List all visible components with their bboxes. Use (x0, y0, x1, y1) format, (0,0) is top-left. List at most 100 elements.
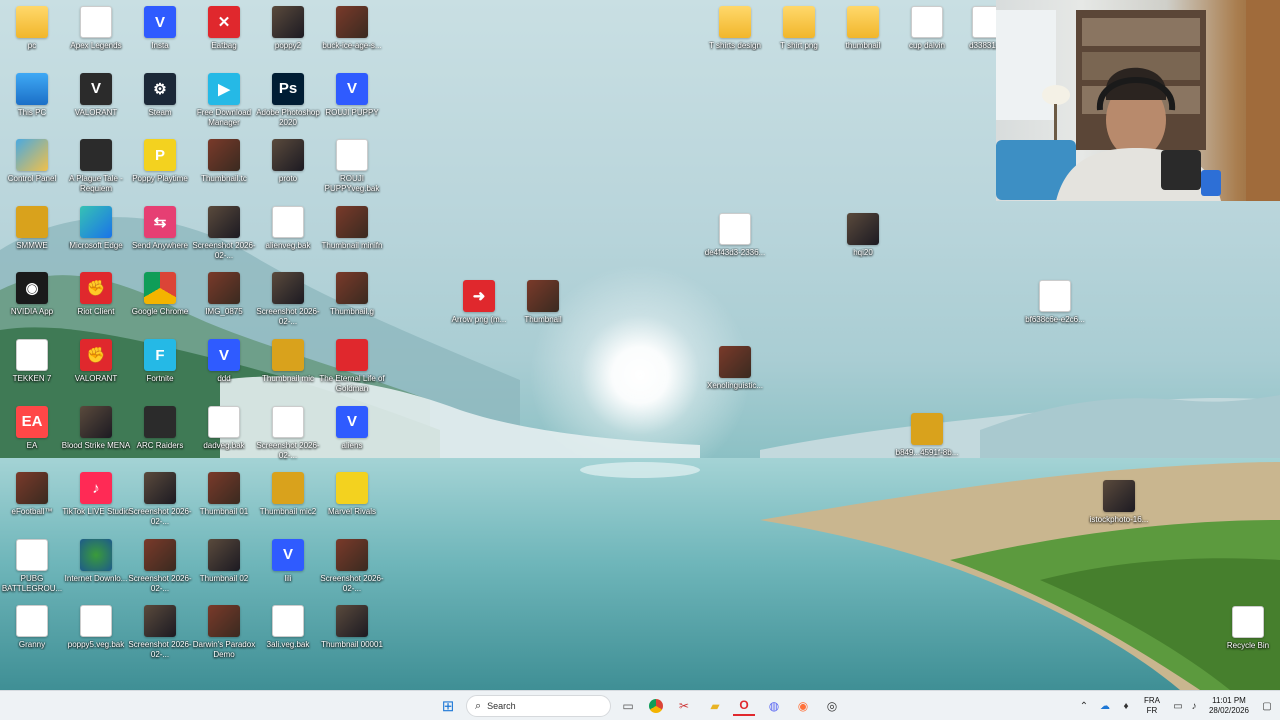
snipping-tool-icon[interactable]: ✂ (673, 696, 695, 716)
desktop-icon[interactable]: proto (256, 139, 320, 205)
desktop-icon[interactable]: Screenshot 2026-02-... (256, 405, 320, 472)
webcam-overlay (996, 0, 1280, 201)
desktop-icon[interactable]: V ROUJI PUPPY (320, 72, 384, 139)
desktop-icon[interactable]: ARC Raiders (128, 405, 192, 472)
desktop-icon[interactable]: 3ali.veg.bak (256, 605, 320, 671)
desktop-icon[interactable]: ⚙ Steam (128, 72, 192, 139)
desktop-icon[interactable]: ✕ Eatbag (192, 6, 256, 72)
language-indicator[interactable]: FRA FR (1140, 696, 1164, 716)
desktop-icon[interactable]: T shirt png (767, 6, 831, 72)
desktop-icon[interactable]: cup dalvin (895, 6, 959, 72)
desktop-icon[interactable]: Thumbnail 01 (192, 472, 256, 538)
desktop-icon[interactable]: Thumbnail.tc (192, 139, 256, 205)
desktop-icon[interactable]: ➜ Arrow png (m... (447, 280, 511, 346)
desktop-icon-label: Apex Legends (70, 41, 122, 50)
desktop-icon[interactable]: Screenshot 2026-02-... (192, 205, 256, 272)
desktop-icon[interactable]: ◉ NVIDIA App (0, 272, 64, 338)
desktop-icon[interactable]: P Poppy Playtime (128, 139, 192, 205)
desktop-icon[interactable]: Screenshot 2026-02-... (128, 472, 192, 538)
desktop-icon-label: ARC Raiders (136, 440, 184, 450)
desktop-icon[interactable]: PUBG BATTLEGROU... (0, 538, 64, 605)
desktop-icon[interactable]: poppy2 (256, 6, 320, 72)
ea-icon: EA (16, 405, 48, 438)
desktop-icon[interactable]: Vlili (256, 538, 320, 605)
desktop-icon[interactable]: Screenshot 2026-02-... (128, 538, 192, 605)
desktop-icon[interactable]: ⇆ Send Anywhere (128, 205, 192, 272)
file-explorer-icon[interactable]: ▰ (704, 696, 726, 716)
desktop-icon[interactable]: This PC (0, 72, 64, 139)
desktop-icon[interactable]: Thumbnail.g (320, 272, 384, 338)
desktop-icon[interactable]: thumbnail (831, 6, 895, 72)
desktop-icon[interactable]: bf638c6e-e2c6... (1023, 280, 1087, 346)
desktop-icon[interactable]: Microsoft Edge (64, 205, 128, 272)
this-pc-icon (16, 72, 48, 105)
cloud-icon[interactable]: ☁ (1094, 696, 1116, 716)
desktop-icon[interactable]: Screenshot 2026-02-... (256, 272, 320, 338)
desktop-icon[interactable]: SMMWE (0, 205, 64, 272)
desktop-icon[interactable]: Thumbnail (511, 280, 575, 346)
taskbar-search-input[interactable]: ⌕ Search (466, 695, 611, 717)
recording-app-icon[interactable]: ◎ (821, 696, 843, 716)
desktop-icon[interactable]: Thumbnail mic2 (256, 472, 320, 538)
desktop-icon-label: TikTok LIVE Studio (62, 507, 130, 517)
desktop-icon[interactable]: pc (0, 6, 64, 72)
discord-icon[interactable]: ◍ (763, 696, 785, 716)
desktop-icon[interactable]: Apex Legends (64, 6, 128, 72)
desktop-icon[interactable]: Granny (0, 605, 64, 671)
opera-icon[interactable]: O (733, 696, 755, 716)
desktop-icon[interactable]: ♪ TikTok LIVE Studio (62, 472, 130, 538)
desktop-icon[interactable]: alienveg.bak (256, 205, 320, 272)
desktop-icon[interactable]: Control Panel (0, 139, 64, 205)
desktop-icon[interactable]: poppy5.veg.bak (64, 605, 128, 671)
desktop-icon[interactable]: Thumbnail minifn (320, 205, 384, 272)
desktop-icon[interactable]: Screenshot 2026-02-... (320, 538, 384, 605)
desktop-icon-label: Screenshot 2026-02-... (256, 307, 320, 327)
desktop-icon[interactable]: istockphoto-16... (1087, 480, 1151, 546)
desktop-icon[interactable]: Thumbnail 00001 (320, 605, 384, 671)
image-thumbnail-icon (911, 413, 943, 445)
clock[interactable]: 11:01 PM 28/02/2026 (1204, 696, 1254, 716)
desktop-icon[interactable]: TEKKEN 7 (0, 339, 64, 405)
desktop-icon[interactable]: V Insta (128, 6, 192, 72)
desktop-icon[interactable]: ✊ VALORANT (64, 339, 128, 405)
chrome-taskbar-icon[interactable] (645, 696, 667, 716)
desktop-icon[interactable]: b849...4591f-8b... (895, 413, 959, 479)
desktop-icon[interactable]: A Plague Tale - Requiem (64, 139, 128, 205)
desktop-icon[interactable]: hqi20 (831, 213, 895, 279)
microphone-icon[interactable]: ♦ (1115, 696, 1137, 716)
start-icon[interactable]: ⊞ (437, 696, 459, 716)
desktop-icon[interactable]: V VALORANT (64, 72, 128, 139)
desktop-icon[interactable]: IMG_0875 (192, 272, 256, 338)
desktop-icon[interactable]: Vddd (192, 339, 256, 405)
desktop-icon[interactable]: eFootball™ (0, 472, 64, 538)
desktop-icon[interactable]: Ps Adobe Photoshop 2020 (256, 72, 320, 139)
desktop-icon[interactable]: buck-ice-age-s... (320, 6, 384, 72)
task-view-icon[interactable]: ▭ (617, 696, 639, 716)
desktop-icon[interactable]: ▶ Free Download Manager (192, 72, 256, 139)
firefox-icon[interactable]: ◉ (792, 696, 814, 716)
desktop-icon[interactable]: Darwin's Paradox Demo (192, 605, 256, 671)
desktop-icon[interactable]: Google Chrome (128, 272, 192, 338)
image-thumbnail-icon (336, 538, 368, 571)
desktop-icon[interactable]: ROUJI PUPPYveg.bak (320, 139, 384, 205)
desktop-icon[interactable]: Thumbnail mic (256, 339, 320, 405)
desktop-icon[interactable]: de4f43d3-2336... (703, 213, 767, 279)
desktop-icon[interactable]: Blood Strike MENA (62, 405, 130, 472)
download-manager-icon: ▶ (208, 72, 240, 105)
desktop-icon[interactable]: Marvel Rivals (320, 472, 384, 538)
desktop-icon[interactable]: dadveg.bak (192, 405, 256, 472)
desktop-icon[interactable]: Valiens (320, 405, 384, 472)
desktop-icon[interactable]: EA EA (0, 405, 64, 472)
desktop-icon[interactable]: Screenshot 2026-02-... (128, 605, 192, 671)
volume-icon[interactable]: ♪ (1183, 696, 1205, 716)
desktop-icon[interactable]: ✊ Riot Client (64, 272, 128, 338)
desktop-icon[interactable]: F Fortnite (128, 339, 192, 405)
desktop-icon[interactable]: Xenolinguistic... (703, 346, 767, 412)
recycle-bin[interactable]: ♻ Recycle Bin (1216, 606, 1280, 672)
chevron-up-icon[interactable]: ⌃ (1073, 696, 1095, 716)
desktop-icon[interactable]: T shirts design (703, 6, 767, 72)
notification-icon[interactable]: ▢ (1256, 696, 1278, 716)
desktop-icon[interactable]: The Eternal Life of Goldman (319, 339, 385, 405)
desktop-icon[interactable]: Thumbnail 02 (192, 538, 256, 605)
desktop-icon[interactable]: Internet Downlo... (64, 538, 128, 605)
